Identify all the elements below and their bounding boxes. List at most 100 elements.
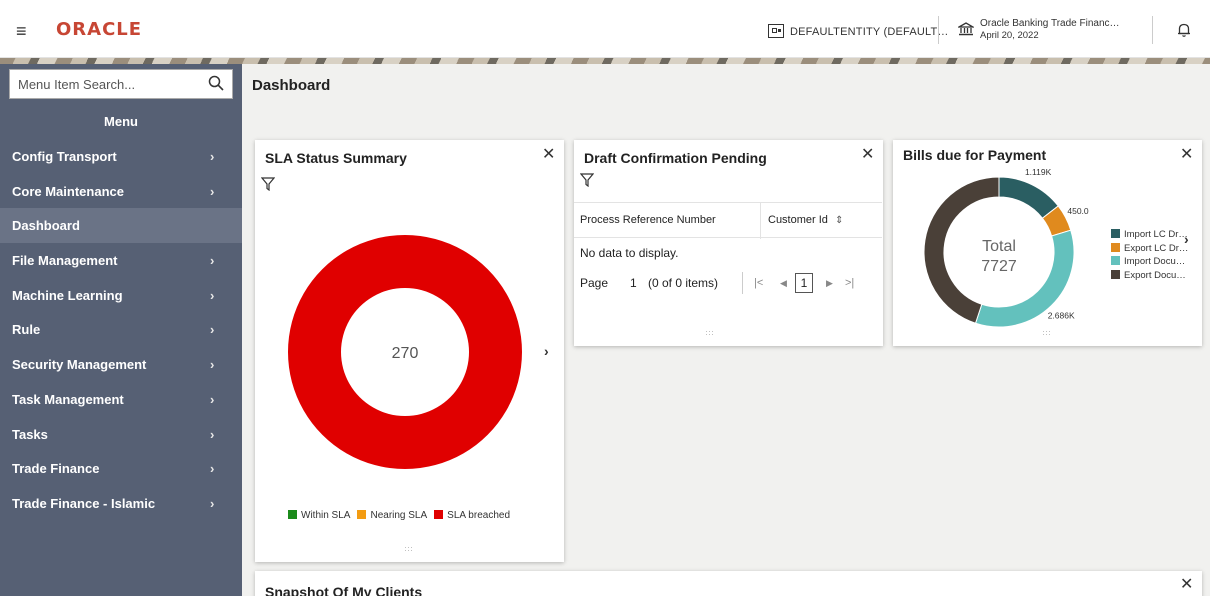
header-divider xyxy=(938,16,939,44)
sla-legend: Within SLA Nearing SLA SLA breached xyxy=(288,510,517,521)
bills-center-value: 7727 xyxy=(981,258,1017,275)
sidebar-item-label: Machine Learning xyxy=(12,287,123,303)
legend-item: SLA breached xyxy=(434,510,510,521)
search-icon[interactable] xyxy=(208,75,224,91)
chevron-right-icon: › xyxy=(210,149,215,164)
slice-data-label: 2.686K xyxy=(1048,311,1075,321)
menu-search xyxy=(9,69,233,99)
chevron-right-icon: › xyxy=(210,461,215,477)
bank-name: Oracle Banking Trade Financ… xyxy=(980,18,1120,29)
chevron-right-icon: › xyxy=(210,287,215,303)
resize-grip-icon[interactable]: ::: xyxy=(1041,330,1053,337)
first-page-icon[interactable]: |< xyxy=(754,277,763,289)
header-divider xyxy=(1152,16,1153,44)
sidebar-item-core-maintenance[interactable]: Core Maintenance › xyxy=(0,174,242,209)
pager-divider xyxy=(742,272,743,294)
sidebar-item-config-transport[interactable]: Config Transport › xyxy=(0,139,242,174)
chevron-right-icon: › xyxy=(210,183,215,199)
sidebar: Menu Config Transport › Core Maintenance › D… xyxy=(0,64,242,596)
bank-icon xyxy=(958,22,974,36)
draft-confirmation-pending-card: Draft Confirmation Pending ✕ Process Ref… xyxy=(574,140,883,346)
hamburger-menu-icon[interactable]: ≡ xyxy=(16,22,27,40)
items-count: (0 of 0 items) xyxy=(648,276,719,290)
empty-state-text: No data to display. xyxy=(580,246,679,260)
entity-label: DEFAULTENTITY (DEFAULT… xyxy=(790,26,949,38)
chevron-right-icon: › xyxy=(210,495,215,511)
sidebar-item-label: Rule xyxy=(12,322,41,338)
legend-item: Nearing SLA xyxy=(357,510,427,521)
close-icon[interactable]: ✕ xyxy=(861,144,874,164)
slice-data-label: 1.119K xyxy=(1025,167,1052,177)
legend-item: Export Docu… xyxy=(1111,269,1188,283)
legend-item: Export LC Dr… xyxy=(1111,242,1188,256)
sla-status-summary-card: SLA Status Summary ✕ 270 › Within SLA Nea… xyxy=(255,140,564,562)
column-header-customer-id[interactable]: Customer Id ⇕ xyxy=(768,214,843,226)
menu-title: Menu xyxy=(104,114,138,129)
legend-swatch xyxy=(357,510,367,519)
legend-item: Import Docu… xyxy=(1111,255,1188,269)
bills-legend: Import LC Dr… Export LC Dr… Import Docu… Ex… xyxy=(1111,228,1188,282)
chevron-right-icon[interactable]: › xyxy=(1184,231,1189,247)
last-page-icon[interactable]: >| xyxy=(845,277,854,289)
building-icon xyxy=(768,24,784,38)
current-page-input[interactable]: 1 xyxy=(795,273,813,293)
donut-slice[interactable] xyxy=(998,176,1059,219)
sidebar-item-security-management[interactable]: Security Management › xyxy=(0,347,242,382)
page-label: Page xyxy=(580,276,609,290)
legend-swatch xyxy=(434,510,444,519)
sidebar-item-tasks[interactable]: Tasks › xyxy=(0,417,242,452)
legend-label: Export LC Dr… xyxy=(1124,242,1189,254)
sidebar-item-machine-learning[interactable]: Machine Learning › xyxy=(0,278,242,313)
sidebar-item-dashboard[interactable]: Dashboard xyxy=(0,208,242,244)
slice-data-label: 450.0 xyxy=(1067,206,1089,216)
legend-swatch xyxy=(1111,269,1120,279)
sla-center-value: 270 xyxy=(392,345,419,362)
sidebar-item-label: Dashboard xyxy=(12,218,80,234)
chevron-right-icon: › xyxy=(210,322,215,338)
menu-search-input[interactable] xyxy=(10,70,200,98)
legend-item: Import LC Dr… xyxy=(1111,228,1188,242)
sidebar-item-trade-finance-islamic[interactable]: Trade Finance - Islamic › xyxy=(0,486,242,521)
legend-swatch xyxy=(1111,242,1120,252)
legend-swatch xyxy=(288,510,297,519)
legend-label: Export Docu… xyxy=(1124,269,1186,281)
sidebar-item-file-management[interactable]: File Management › xyxy=(0,243,242,278)
entity-selector[interactable]: DEFAULTENTITY (DEFAULT… xyxy=(768,24,949,38)
sidebar-item-task-management[interactable]: Task Management › xyxy=(0,382,242,417)
sla-donut-chart: 270 xyxy=(287,235,522,469)
branch-date: April 20, 2022 xyxy=(980,30,1039,41)
menu-list: Config Transport › Core Maintenance › Dashbo… xyxy=(0,139,242,521)
sidebar-item-label: File Management xyxy=(12,253,118,269)
sidebar-item-label: Task Management xyxy=(12,391,124,407)
previous-page-icon[interactable]: ◀ xyxy=(780,278,787,289)
column-header-process-reference[interactable]: Process Reference Number xyxy=(580,214,716,226)
resize-grip-icon[interactable]: ::: xyxy=(704,330,716,337)
chevron-right-icon[interactable]: › xyxy=(544,343,549,359)
legend-swatch xyxy=(1111,229,1120,238)
oracle-logo: ORACLE xyxy=(56,19,143,40)
bills-center-label: Total xyxy=(982,238,1016,255)
sidebar-item-rule[interactable]: Rule › xyxy=(0,312,242,347)
resize-grip-icon[interactable]: ::: xyxy=(403,546,415,553)
chevron-right-icon: › xyxy=(210,357,215,373)
notification-bell-icon[interactable] xyxy=(1176,22,1192,38)
chevron-right-icon: › xyxy=(210,253,215,269)
close-icon[interactable]: ✕ xyxy=(1180,574,1193,594)
sort-icon[interactable]: ⇕ xyxy=(835,215,843,226)
card-title: Snapshot Of My Clients xyxy=(265,584,423,596)
column-divider xyxy=(760,203,761,239)
sidebar-item-label: Core Maintenance xyxy=(12,183,124,199)
sidebar-item-label: Trade Finance xyxy=(12,461,100,477)
sidebar-item-label: Security Management xyxy=(12,357,147,373)
filter-icon[interactable] xyxy=(580,173,594,187)
legend-item: Within SLA xyxy=(288,510,350,521)
page-title: Dashboard xyxy=(252,77,331,94)
legend-swatch xyxy=(1111,256,1120,265)
sidebar-item-trade-finance[interactable]: Trade Finance › xyxy=(0,451,242,486)
next-page-icon[interactable]: ▶ xyxy=(826,278,833,289)
bills-due-for-payment-card: Bills due for Payment ✕ Total 7727 1.119… xyxy=(893,140,1202,346)
sidebar-item-label: Trade Finance - Islamic xyxy=(12,495,156,511)
app-header: ≡ ORACLE DEFAULTENTITY (DEFAULT… Oracle … xyxy=(0,0,1210,58)
sidebar-item-label: Tasks xyxy=(12,426,48,442)
chevron-right-icon: › xyxy=(210,391,215,407)
